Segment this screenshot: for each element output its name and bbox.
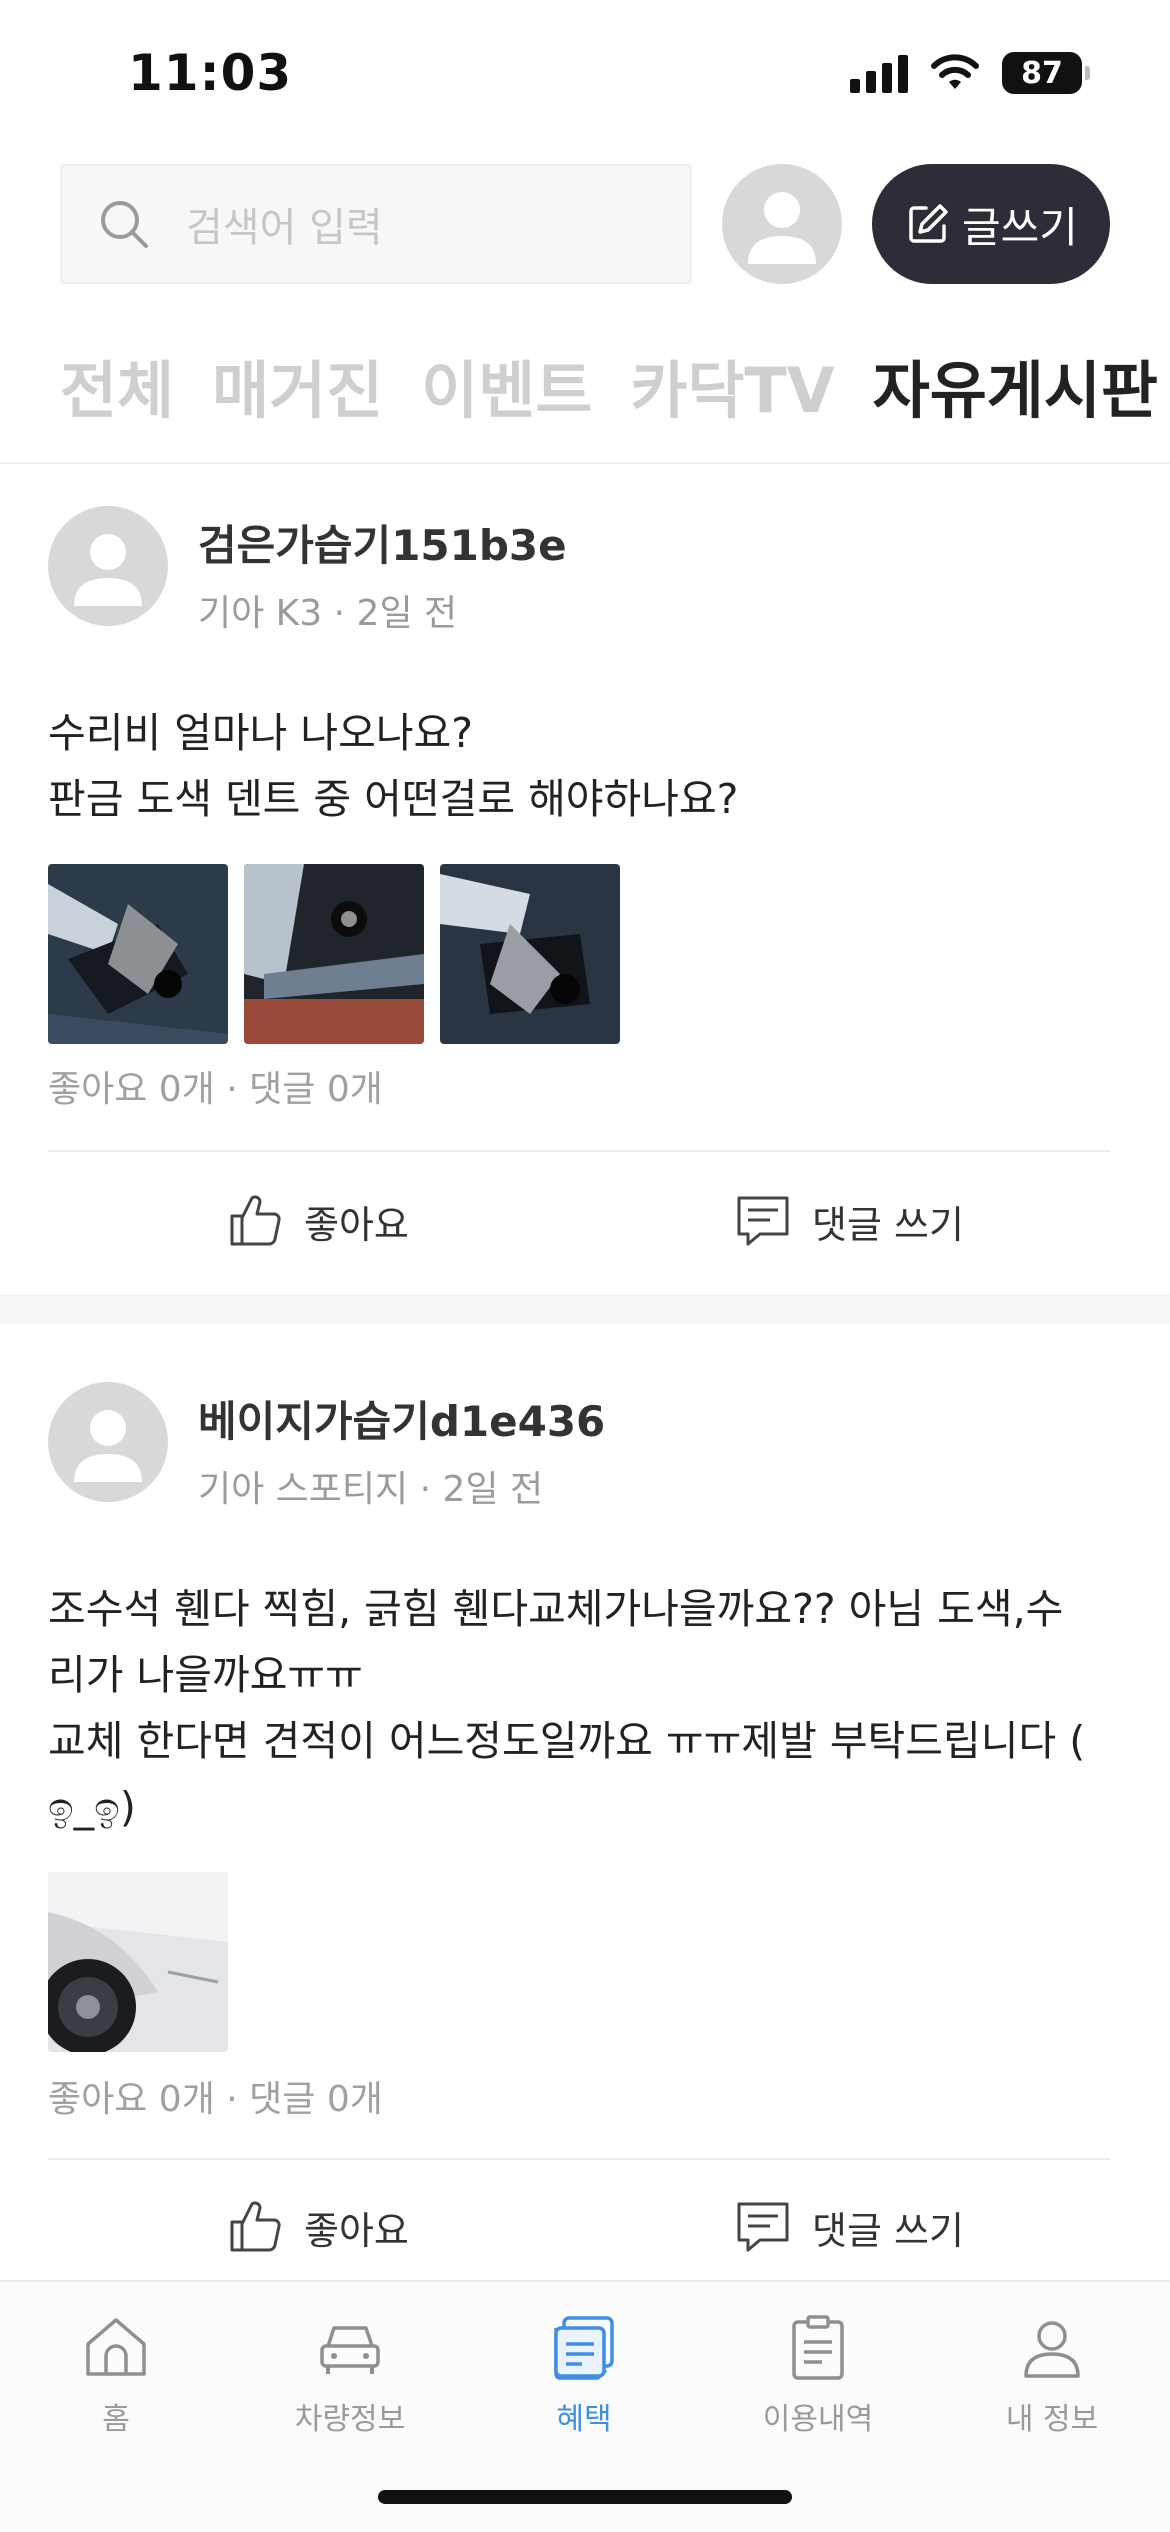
post-card[interactable]: 베이지가습기d1e436 기아 스포티지 · 2일 전 조수석 휀다 찍힘, 긁…	[0, 1324, 1170, 2280]
post-line: 교체 한다면 견적이 어느정도일까요 ㅠㅠ제발 부탁드립니다 (	[48, 1717, 1086, 1765]
post-stats: 좋아요 0개 · 댓글 0개	[48, 2070, 383, 2122]
comment-count: 댓글 0개	[249, 1069, 383, 1110]
author-name[interactable]: 베이지가습기d1e436	[198, 1388, 605, 1449]
post-time: 2일 전	[356, 593, 458, 634]
meta-dot: ·	[333, 593, 357, 634]
post-images	[48, 1872, 228, 2052]
post-image[interactable]	[244, 864, 424, 1044]
wifi-icon	[931, 54, 979, 89]
header: 검색어 입력 글쓰기	[0, 160, 1170, 290]
author-name[interactable]: 검은가습기151b3e	[198, 512, 567, 573]
search-placeholder: 검색어 입력	[186, 205, 383, 251]
post-line: 수리비 얼마나 나오나요?	[48, 709, 474, 757]
status-icons: 87	[850, 52, 1090, 94]
post-line: ඉ_ඉ)	[48, 1783, 136, 1831]
like-label: 좋아요	[304, 2208, 409, 2253]
post-image[interactable]	[48, 864, 228, 1044]
post-stats: 좋아요 0개 · 댓글 0개	[48, 1060, 383, 1112]
car-icon	[320, 2326, 380, 2374]
post-body[interactable]: 조수석 휀다 찍힘, 긁힘 휀다교체가나을까요?? 아님 도색,수 리가 나을까…	[48, 1576, 1128, 1840]
post-divider	[48, 2158, 1110, 2160]
like-button[interactable]: 좋아요	[226, 2198, 409, 2256]
nav-my-info[interactable]: 내 정보	[962, 2312, 1142, 2438]
comment-button[interactable]: 댓글 쓰기	[734, 2198, 964, 2256]
comment-button[interactable]: 댓글 쓰기	[734, 1192, 964, 1250]
comment-count: 댓글 0개	[249, 2079, 383, 2120]
user-icon	[74, 1410, 142, 1482]
like-button[interactable]: 좋아요	[226, 1192, 409, 1250]
battery-level: 87	[1002, 52, 1082, 94]
tab-all[interactable]: 전체	[60, 340, 174, 430]
post-time: 2일 전	[442, 1469, 544, 1510]
nav-label: 차량정보	[294, 2402, 406, 2437]
tab-free-board[interactable]: 자유게시판	[873, 340, 1158, 430]
home-indicator	[378, 2490, 792, 2504]
like-label: 좋아요	[304, 1202, 409, 1247]
post-body[interactable]: 수리비 얼마나 나오나요? 판금 도색 덴트 중 어떤걸로 해야하나요?	[48, 700, 1128, 832]
tab-magazine[interactable]: 매거진	[212, 340, 383, 430]
comment-label: 댓글 쓰기	[812, 1202, 964, 1247]
signal-icon	[850, 53, 908, 93]
post-card[interactable]: 검은가습기151b3e 기아 K3 · 2일 전 수리비 얼마나 나오나요? 판…	[0, 464, 1170, 1294]
tab-cardoc-tv[interactable]: 카닥TV	[630, 340, 834, 430]
status-bar: 11:03 87	[0, 0, 1170, 150]
battery-icon: 87	[1002, 52, 1090, 94]
meta-dot: ·	[226, 1069, 250, 1110]
thumbs-up-icon	[230, 2201, 281, 2252]
author-avatar[interactable]	[48, 1382, 168, 1502]
post-images	[48, 864, 620, 1044]
search-icon	[101, 201, 148, 248]
thumbs-up-icon	[230, 1195, 281, 1246]
post-line: 리가 나을까요ㅠㅠ	[48, 1651, 363, 1699]
nav-label: 혜택	[556, 2402, 612, 2437]
like-count: 좋아요 0개	[48, 2079, 215, 2120]
post-image[interactable]	[48, 1872, 228, 2052]
clipboard-icon	[792, 2315, 844, 2380]
edit-icon	[909, 204, 948, 243]
post-line: 판금 도색 덴트 중 어떤걸로 해야하나요?	[48, 775, 739, 823]
write-button-label: 글쓰기	[962, 202, 1078, 252]
nav-car-info[interactable]: 차량정보	[260, 2312, 440, 2438]
meta-dot: ·	[226, 2079, 250, 2120]
comment-label: 댓글 쓰기	[812, 2208, 964, 2253]
search-input[interactable]: 검색어 입력	[60, 164, 692, 284]
car-model: 기아 K3	[198, 593, 323, 634]
car-model: 기아 스포티지	[198, 1469, 409, 1510]
user-icon	[748, 192, 816, 264]
nav-label: 이용내역	[762, 2402, 874, 2437]
nav-benefits[interactable]: 혜택	[494, 2312, 674, 2438]
nav-label: 내 정보	[1005, 2402, 1099, 2437]
meta-dot: ·	[419, 1469, 443, 1510]
post-meta: 기아 K3 · 2일 전	[198, 584, 457, 636]
comment-icon	[737, 2202, 789, 2252]
tab-event[interactable]: 이벤트	[421, 340, 592, 430]
comment-icon	[737, 1196, 789, 1246]
post-image[interactable]	[440, 864, 620, 1044]
category-tabs: 전체 매거진 이벤트 카닥TV 자유게시판	[60, 340, 1158, 430]
status-time: 11:03	[128, 44, 293, 102]
home-icon	[86, 2318, 146, 2376]
nav-home[interactable]: 홈	[26, 2312, 206, 2438]
post-divider	[48, 1150, 1110, 1152]
post-line: 조수석 휀다 찍힘, 긁힘 휀다교체가나을까요?? 아님 도색,수	[48, 1585, 1064, 1633]
author-avatar[interactable]	[48, 506, 168, 626]
nav-label: 홈	[102, 2402, 130, 2437]
user-icon	[74, 534, 142, 606]
write-button[interactable]: 글쓰기	[872, 164, 1110, 284]
post-meta: 기아 스포티지 · 2일 전	[198, 1460, 543, 1512]
benefit-icon	[554, 2316, 614, 2380]
nav-usage-history[interactable]: 이용내역	[728, 2312, 908, 2438]
person-icon	[1024, 2321, 1080, 2378]
profile-avatar[interactable]	[722, 164, 842, 284]
post-separator	[0, 1294, 1170, 1324]
like-count: 좋아요 0개	[48, 1069, 215, 1110]
